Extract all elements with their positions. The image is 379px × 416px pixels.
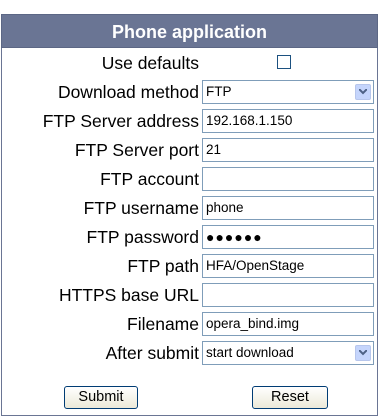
after-submit-value: start download: [206, 345, 294, 360]
submit-button[interactable]: Submit: [64, 386, 138, 409]
row-ftp-path: FTP path HFA/OpenStage: [2, 253, 379, 279]
row-download-method: Download method FTP: [2, 79, 379, 105]
ftp-password-label: FTP password: [86, 227, 200, 247]
https-base-url-input[interactable]: [202, 283, 374, 307]
ftp-server-address-input[interactable]: 192.168.1.150: [202, 109, 374, 133]
row-use-defaults: Use defaults: [2, 50, 379, 76]
ftp-path-input[interactable]: HFA/OpenStage: [202, 254, 374, 278]
download-method-label: Download method: [57, 82, 199, 102]
reset-button[interactable]: Reset: [252, 386, 328, 409]
ftp-username-label: FTP username: [83, 198, 199, 218]
ftp-account-input[interactable]: [202, 167, 374, 191]
phone-application-panel: Phone application Use defaults Download …: [1, 0, 378, 416]
ftp-password-input[interactable]: ●●●●●●: [202, 225, 374, 249]
ftp-username-input[interactable]: phone: [202, 196, 374, 220]
filename-label: Filename: [127, 314, 199, 334]
ftp-server-port-input[interactable]: 21: [202, 138, 374, 162]
row-ftp-server-port: FTP Server port 21: [2, 137, 379, 163]
ftp-server-port-label: FTP Server port: [74, 140, 199, 160]
panel-title: Phone application: [1, 14, 378, 48]
row-https-base-url: HTTPS base URL: [2, 282, 379, 308]
ftp-account-label: FTP account: [100, 169, 199, 189]
ftp-path-label: FTP path: [127, 256, 199, 276]
download-method-select[interactable]: FTP: [202, 80, 374, 104]
ftp-server-address-label: FTP Server address: [42, 111, 199, 131]
after-submit-select[interactable]: start download: [202, 341, 374, 365]
use-defaults-label: Use defaults: [101, 53, 199, 73]
row-ftp-password: FTP password ●●●●●●: [2, 224, 379, 250]
phone-application-form: Use defaults Download method FTP FTP Ser…: [1, 48, 378, 416]
download-method-value: FTP: [206, 84, 232, 99]
row-ftp-server-address: FTP Server address 192.168.1.150: [2, 108, 379, 134]
after-submit-label: After submit: [105, 343, 199, 363]
row-filename: Filename opera_bind.img: [2, 311, 379, 337]
row-ftp-username: FTP username phone: [2, 195, 379, 221]
chevron-down-icon[interactable]: [355, 84, 371, 100]
use-defaults-checkbox[interactable]: [277, 55, 291, 69]
chevron-down-icon[interactable]: [355, 345, 371, 361]
row-ftp-account: FTP account: [2, 166, 379, 192]
filename-input[interactable]: opera_bind.img: [202, 312, 374, 336]
https-base-url-label: HTTPS base URL: [58, 285, 199, 305]
row-after-submit: After submit start download: [2, 340, 379, 366]
